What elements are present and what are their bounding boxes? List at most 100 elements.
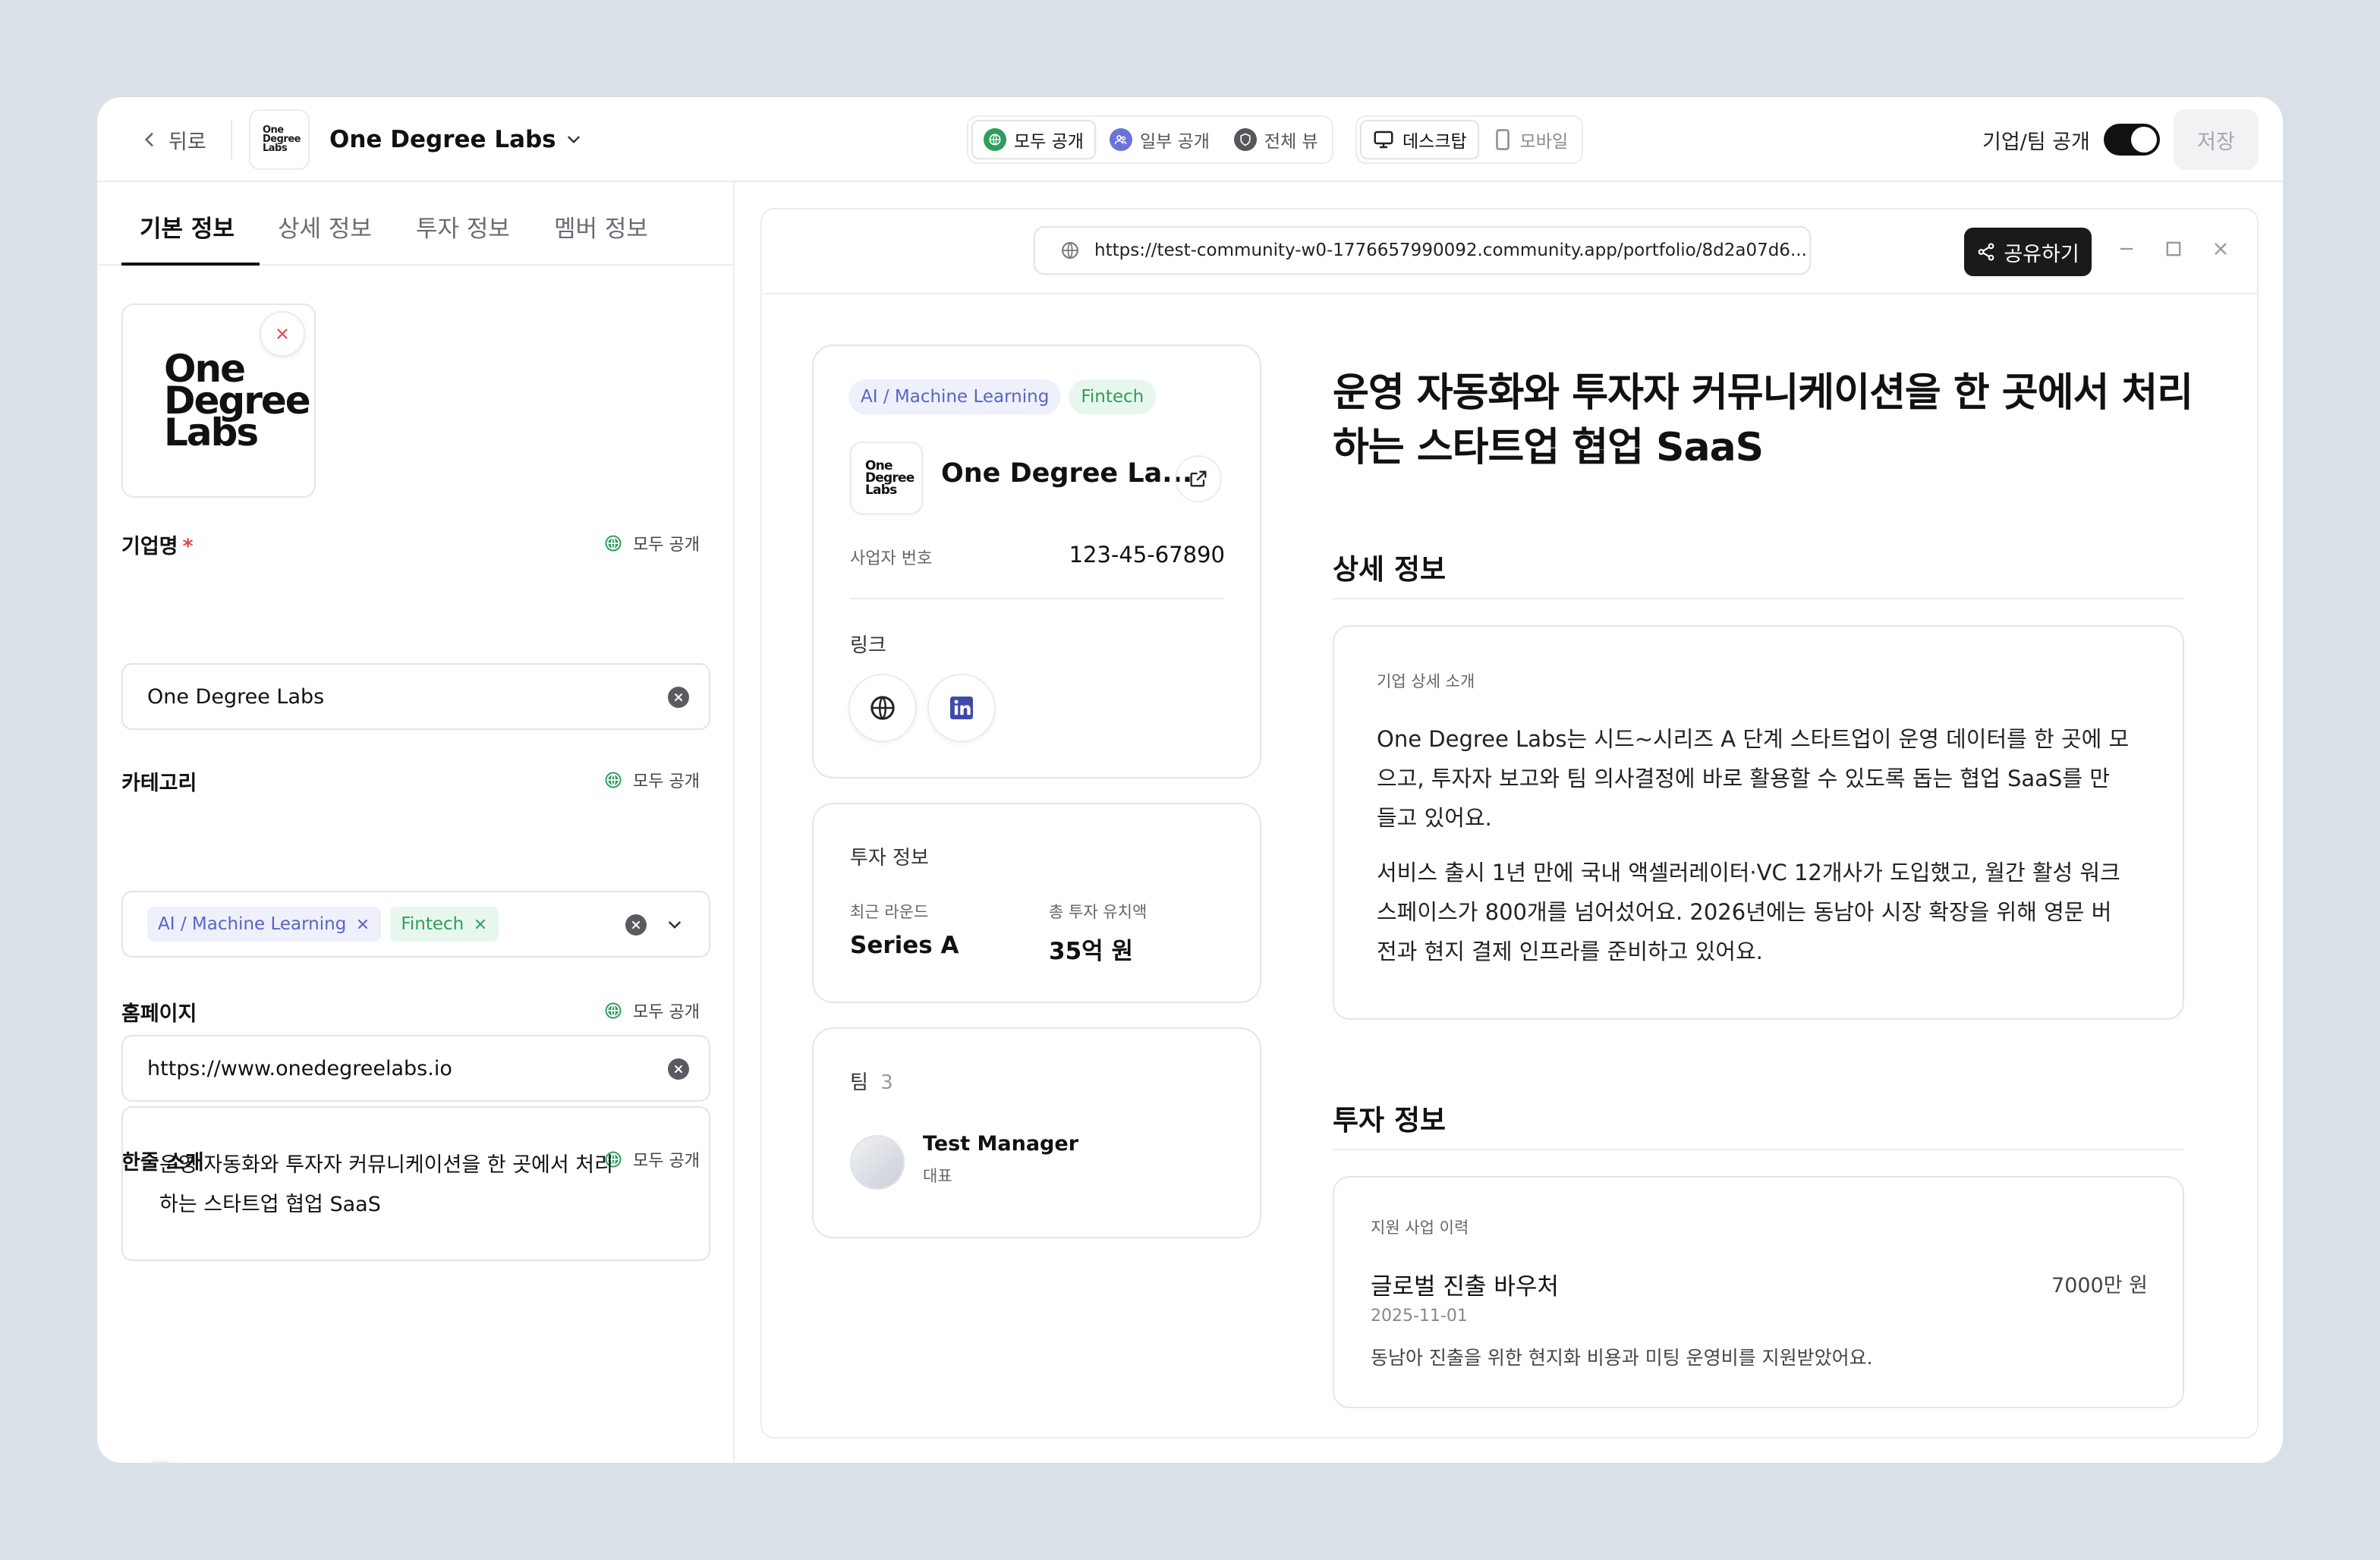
save-button[interactable]: 저장 xyxy=(2174,109,2259,170)
logo-line: Labs xyxy=(164,410,259,454)
logo-line: Labs xyxy=(865,483,897,498)
close-icon[interactable] xyxy=(473,917,488,932)
close-icon[interactable] xyxy=(2210,238,2231,259)
company-switcher[interactable]: One Degree Labs xyxy=(329,118,584,161)
visibility-text: 모두 공개 xyxy=(633,772,700,791)
clear-icon[interactable] xyxy=(668,687,689,708)
logo-line: Labs xyxy=(263,143,288,154)
visibility-partial-option[interactable]: 일부 공개 xyxy=(1099,120,1220,159)
clear-icon[interactable] xyxy=(668,1058,689,1080)
device-desktop-option[interactable]: 데스크탑 xyxy=(1360,120,1479,159)
url-text: https://test-community-w0-1776657990092.… xyxy=(1094,241,1807,260)
support-history-card: 지원 사업 이력 글로벌 진출 바우처 7000만 원 2025-11-01 동… xyxy=(1333,1176,2184,1408)
device-mobile-option[interactable]: 모바일 xyxy=(1482,120,1579,159)
divider xyxy=(1333,598,2184,599)
biz-no-value: 123-45-67890 xyxy=(1069,542,1225,568)
round-value: Series A xyxy=(850,932,959,959)
minimize-icon[interactable] xyxy=(2116,238,2137,259)
team-card: 팀 3 Test Manager 대표 xyxy=(812,1027,1261,1238)
tag-list: AI / Machine Learning Fintech xyxy=(848,379,1163,414)
category-chip: Fintech xyxy=(390,907,499,942)
company-name-value: One Degree Labs xyxy=(147,684,325,709)
tab-basic-info[interactable]: 기본 정보 xyxy=(140,209,235,244)
tab-detail-info[interactable]: 상세 정보 xyxy=(278,209,372,244)
company-name-label: 기업명 * xyxy=(121,535,194,558)
investment-section-title: 투자 정보 xyxy=(1333,1104,1447,1137)
maximize-icon[interactable] xyxy=(2163,238,2184,259)
paragraph-line: 들고 있어요. xyxy=(1377,805,1492,831)
member-role: 대표 xyxy=(923,1167,952,1185)
visibility-full-view-option[interactable]: 전체 뷰 xyxy=(1223,120,1329,159)
homepage-value: https://www.onedegreelabs.io xyxy=(147,1056,452,1080)
visibility-selector: 모두 공개 일부 공개 전체 뷰 xyxy=(967,115,1333,164)
device-selector: 데스크탑 모바일 xyxy=(1355,115,1584,164)
share-button[interactable]: 공유하기 xyxy=(1964,228,2092,276)
support-card-label: 지원 사업 이력 xyxy=(1371,1219,1469,1237)
linkedin-link[interactable] xyxy=(927,674,996,742)
visibility-all-option[interactable]: 모두 공개 xyxy=(971,120,1096,159)
company-name-visibility[interactable]: 모두 공개 xyxy=(603,531,700,555)
close-icon[interactable] xyxy=(355,917,370,932)
intro-textarea[interactable]: 운영 자동화와 투자자 커뮤니케이션을 한 곳에서 처리 하는 스타트업 협업 … xyxy=(121,1106,710,1261)
card-title: 투자 정보 xyxy=(850,847,929,870)
tab-member-info[interactable]: 멤버 정보 xyxy=(554,209,648,244)
category-select[interactable]: AI / Machine Learning Fintech xyxy=(121,891,710,958)
globe-icon xyxy=(605,772,622,788)
links-label: 링크 xyxy=(850,634,886,657)
chip-label: Fintech xyxy=(401,914,464,934)
public-toggle-switch[interactable] xyxy=(2103,124,2160,156)
detail-paragraph: 서비스 출시 1년 만에 국내 액셀러레이터·VC 12개사가 도입했고, 월간… xyxy=(1377,853,2151,971)
floating-menu-button[interactable] xyxy=(128,1461,194,1463)
address-bar[interactable]: https://test-community-w0-1776657990092.… xyxy=(1034,226,1811,275)
remove-logo-button[interactable] xyxy=(260,311,305,357)
homepage-label: 홈페이지 xyxy=(121,1002,197,1026)
public-toggle: 기업/팀 공개 xyxy=(1982,118,2160,161)
category-tag: AI / Machine Learning xyxy=(848,379,1062,414)
homepage-visibility[interactable]: 모두 공개 xyxy=(603,999,700,1023)
tagline-line: 하는 스타트업 협업 SaaS xyxy=(1333,425,1764,470)
team-title-text: 팀 xyxy=(850,1071,868,1094)
paragraph-line: 서비스 출시 1년 만에 국내 액셀러레이터·VC 12개사가 도입했고, 월간… xyxy=(1377,860,2120,885)
category-visibility[interactable]: 모두 공개 xyxy=(603,768,700,792)
chevron-down-icon[interactable] xyxy=(665,915,685,935)
visibility-label: 일부 공개 xyxy=(1139,132,1210,152)
back-button[interactable]: 뒤로 xyxy=(140,118,206,161)
preview-toolbar: https://test-community-w0-1776657990092.… xyxy=(762,209,2257,294)
users-icon xyxy=(1109,128,1132,151)
tagline-heading: 운영 자동화와 투자자 커뮤니케이션을 한 곳에서 처리 하는 스타트업 협업 … xyxy=(1333,366,2198,475)
preview-window: https://test-community-w0-1776657990092.… xyxy=(760,208,2259,1439)
app-window: 뒤로 One Degree Labs One Degree Labs 모두 공개… xyxy=(97,97,2283,1463)
homepage-field[interactable]: https://www.onedegreelabs.io xyxy=(121,1035,710,1102)
investment-summary-card: 투자 정보 최근 라운드 Series A 총 투자 유치액 35억 원 xyxy=(812,803,1261,1003)
paragraph-line: One Degree Labs는 시드~시리즈 A 단계 스타트업이 운영 데이… xyxy=(1377,726,2130,752)
globe-icon xyxy=(605,1002,622,1019)
detail-paragraph: One Degree Labs는 시드~시리즈 A 단계 스타트업이 운영 데이… xyxy=(1377,719,2151,838)
close-icon xyxy=(277,329,288,339)
active-tab-indicator xyxy=(121,263,260,266)
visibility-label: 전체 뷰 xyxy=(1264,132,1318,152)
company-name-field[interactable]: One Degree Labs xyxy=(121,663,710,730)
editor-panel: 기본 정보 상세 정보 투자 정보 멤버 정보 One Degree Labs … xyxy=(97,182,735,1463)
detail-card-label: 기업 상세 소개 xyxy=(1377,672,1475,690)
paragraph-line: 으고, 투자자 보고와 팀 의사결정에 바로 활용할 수 있도록 돕는 협업 S… xyxy=(1377,766,2110,791)
chevron-down-icon xyxy=(567,136,580,143)
visibility-label: 모두 공개 xyxy=(1014,132,1084,152)
round-label: 최근 라운드 xyxy=(850,903,929,921)
chip-label: AI / Machine Learning xyxy=(158,914,347,934)
device-label: 데스크탑 xyxy=(1402,132,1467,152)
visibility-text: 모두 공개 xyxy=(633,1003,700,1022)
company-name: One Degree La... xyxy=(941,458,1193,489)
member-name: Test Manager xyxy=(923,1132,1079,1156)
website-link[interactable] xyxy=(848,674,917,742)
company-logo: One Degree Labs xyxy=(249,109,310,170)
clear-icon[interactable] xyxy=(625,914,647,936)
public-toggle-label: 기업/팀 공개 xyxy=(1982,130,2090,154)
globe-icon xyxy=(984,128,1006,151)
external-link-button[interactable] xyxy=(1175,455,1222,502)
support-item-amount: 7000만 원 xyxy=(2051,1274,2148,1297)
tab-investment-info[interactable]: 투자 정보 xyxy=(416,209,510,244)
intro-line: 운영 자동화와 투자자 커뮤니케이션을 한 곳에서 처리 xyxy=(159,1153,613,1177)
company-profile-card: AI / Machine Learning Fintech One Degree … xyxy=(812,344,1261,778)
globe-icon xyxy=(605,535,622,552)
back-label: 뒤로 xyxy=(168,130,206,154)
